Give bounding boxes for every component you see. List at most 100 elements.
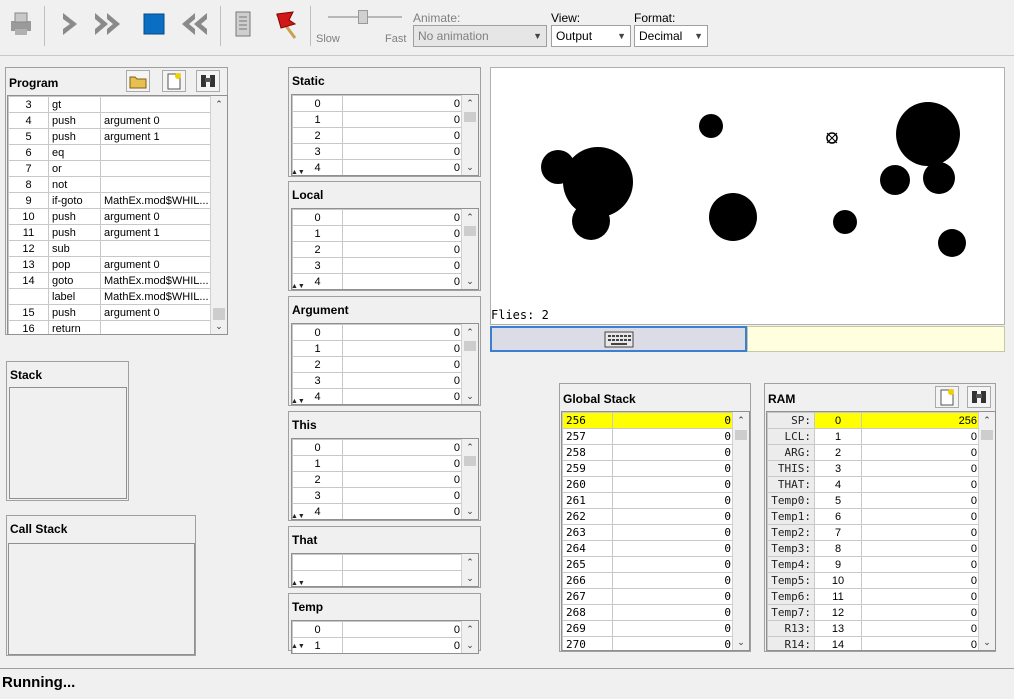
scroll-up-icon[interactable]: ⌃ (462, 621, 478, 637)
splitter-arrows-icon[interactable]: ▲▼ (291, 580, 305, 587)
segment-row[interactable] (292, 554, 464, 571)
scroll-down-icon[interactable]: ⌄ (462, 503, 478, 519)
program-scrollbar[interactable]: ⌃ ⌄ (210, 96, 227, 334)
program-row[interactable]: 16 return (8, 320, 213, 334)
segment-row[interactable]: 40 (292, 388, 464, 404)
segment-scrollbar[interactable]: ⌃ ⌄ (461, 95, 478, 175)
scroll-down-icon[interactable]: ⌄ (462, 273, 478, 289)
open-file-button[interactable] (126, 70, 150, 92)
segment-row[interactable]: 10 (292, 111, 464, 128)
program-row[interactable]: 15 push argument 0 (8, 304, 213, 321)
segment-row[interactable]: 00 (292, 621, 464, 638)
global-stack-scrollbar[interactable]: ⌃ ⌄ (732, 412, 749, 650)
global-stack-row[interactable]: 266 0 (562, 572, 735, 589)
segment-table[interactable]: 0 0 1 0 2 0 3 0 4 0 ⌃ ⌄ (291, 94, 479, 176)
program-table[interactable]: 3 gt 4 push argument 0 5 push argument 1 6 eq 7 or 8… (7, 95, 228, 335)
segment-row[interactable]: 20 (292, 356, 464, 373)
ram-row[interactable]: R13: 13 0 (767, 620, 981, 637)
segment-table[interactable]: 0 0 1 0 2 0 3 0 4 0 ⌃ ⌄ (291, 208, 479, 290)
segment-row[interactable]: 40 (292, 503, 464, 519)
segment-row[interactable] (292, 570, 464, 586)
ram-row[interactable]: R14: 14 0 (767, 636, 981, 650)
global-stack-row[interactable]: 261 0 (562, 492, 735, 509)
program-row[interactable]: 13 pop argument 0 (8, 256, 213, 273)
scroll-up-icon[interactable]: ⌃ (462, 95, 478, 111)
splitter-arrows-icon[interactable]: ▲▼ (291, 169, 305, 176)
global-stack-row[interactable]: 263 0 (562, 524, 735, 541)
global-stack-row[interactable]: 267 0 (562, 588, 735, 605)
program-row[interactable]: 8 not (8, 176, 213, 193)
segment-row[interactable]: 00 (292, 324, 464, 341)
program-row[interactable]: 6 eq (8, 144, 213, 161)
global-stack-row[interactable]: 269 0 (562, 620, 735, 637)
segment-scrollbar[interactable]: ⌃ ⌄ (461, 324, 478, 404)
global-stack-row[interactable]: 256 0 (562, 412, 735, 429)
scroll-down-icon[interactable]: ⌄ (462, 637, 478, 653)
breakpoints-button[interactable] (270, 8, 300, 42)
scroll-down-icon[interactable]: ⌄ (462, 570, 478, 586)
single-step-button[interactable] (55, 8, 85, 42)
scroll-up-icon[interactable]: ⌃ (462, 439, 478, 455)
program-row[interactable]: 9 if-goto MathEx.mod$WHIL... (8, 192, 213, 209)
reset-button[interactable] (178, 8, 208, 42)
new-file-button[interactable] (162, 70, 186, 92)
format-select[interactable]: Decimal ▼ (634, 25, 708, 47)
program-row[interactable]: 5 push argument 1 (8, 128, 213, 145)
splitter-arrows-icon[interactable]: ▲▼ (291, 398, 305, 405)
scroll-up-icon[interactable]: ⌃ (462, 324, 478, 340)
scroll-up-icon[interactable]: ⌃ (462, 209, 478, 225)
ram-row[interactable]: Temp3: 8 0 (767, 540, 981, 557)
scroll-down-icon[interactable]: ⌄ (733, 634, 749, 650)
global-stack-table[interactable]: 256 0 257 0 258 0 259 0 260 0 261 0 262 0 263 0 264 0 265 0… (561, 411, 750, 651)
segment-row[interactable]: 10 (292, 225, 464, 242)
scroll-thumb[interactable] (464, 456, 476, 466)
global-stack-row[interactable]: 257 0 (562, 428, 735, 445)
load-program-button[interactable] (6, 8, 36, 42)
ram-search-button[interactable] (967, 386, 991, 408)
search-button[interactable] (196, 70, 220, 92)
speed-slider[interactable] (322, 10, 408, 24)
global-stack-row[interactable]: 264 0 (562, 540, 735, 557)
segment-row[interactable]: 10 (292, 455, 464, 472)
scroll-down-icon[interactable]: ⌄ (462, 388, 478, 404)
segment-row[interactable]: 30 (292, 257, 464, 274)
run-button[interactable] (94, 8, 124, 42)
scroll-thumb[interactable] (464, 112, 476, 122)
global-stack-row[interactable]: 260 0 (562, 476, 735, 493)
segment-table[interactable]: 0 0 1 0 ⌃ ⌄ (291, 620, 479, 654)
program-row[interactable]: 10 push argument 0 (8, 208, 213, 225)
keyboard-input[interactable] (490, 326, 747, 352)
splitter-arrows-icon[interactable]: ▲▼ (291, 283, 305, 290)
segment-row[interactable]: 30 (292, 487, 464, 504)
segment-scrollbar[interactable]: ⌃ ⌄ (461, 209, 478, 289)
segment-row[interactable]: 00 (292, 95, 464, 112)
global-stack-row[interactable]: 268 0 (562, 604, 735, 621)
scroll-up-icon[interactable]: ⌃ (211, 96, 227, 112)
ram-load-button[interactable] (935, 386, 959, 408)
segment-scrollbar[interactable]: ⌃ ⌄ (461, 439, 478, 519)
segment-row[interactable]: 40 (292, 159, 464, 175)
segment-row[interactable]: 10 (292, 340, 464, 357)
ram-row[interactable]: THAT: 4 0 (767, 476, 981, 493)
ram-row[interactable]: Temp4: 9 0 (767, 556, 981, 573)
ram-row[interactable]: THIS: 3 0 (767, 460, 981, 477)
segment-row[interactable]: 20 (292, 471, 464, 488)
animate-select[interactable]: No animation ▼ (413, 25, 547, 47)
view-select[interactable]: Output ▼ (551, 25, 631, 47)
stop-button[interactable] (139, 8, 169, 42)
segment-table[interactable]: 0 0 1 0 2 0 3 0 4 0 ⌃ ⌄ (291, 438, 479, 520)
scroll-thumb[interactable] (464, 341, 476, 351)
scroll-down-icon[interactable]: ⌄ (462, 159, 478, 175)
scroll-up-icon[interactable]: ⌃ (733, 412, 749, 428)
segment-scrollbar[interactable]: ⌃ ⌄ (461, 554, 478, 586)
program-row[interactable]: 14 goto MathEx.mod$WHIL... (8, 272, 213, 289)
segment-scrollbar[interactable]: ⌃ ⌄ (461, 621, 478, 653)
segment-table[interactable]: 0 0 1 0 2 0 3 0 4 0 ⌃ ⌄ (291, 323, 479, 405)
program-row[interactable]: 11 push argument 1 (8, 224, 213, 241)
segment-row[interactable]: 20 (292, 127, 464, 144)
program-row[interactable]: label MathEx.mod$WHIL... (8, 288, 213, 305)
ram-row[interactable]: Temp0: 5 0 (767, 492, 981, 509)
program-row[interactable]: 12 sub (8, 240, 213, 257)
scroll-thumb[interactable] (735, 430, 747, 440)
program-row[interactable]: 7 or (8, 160, 213, 177)
